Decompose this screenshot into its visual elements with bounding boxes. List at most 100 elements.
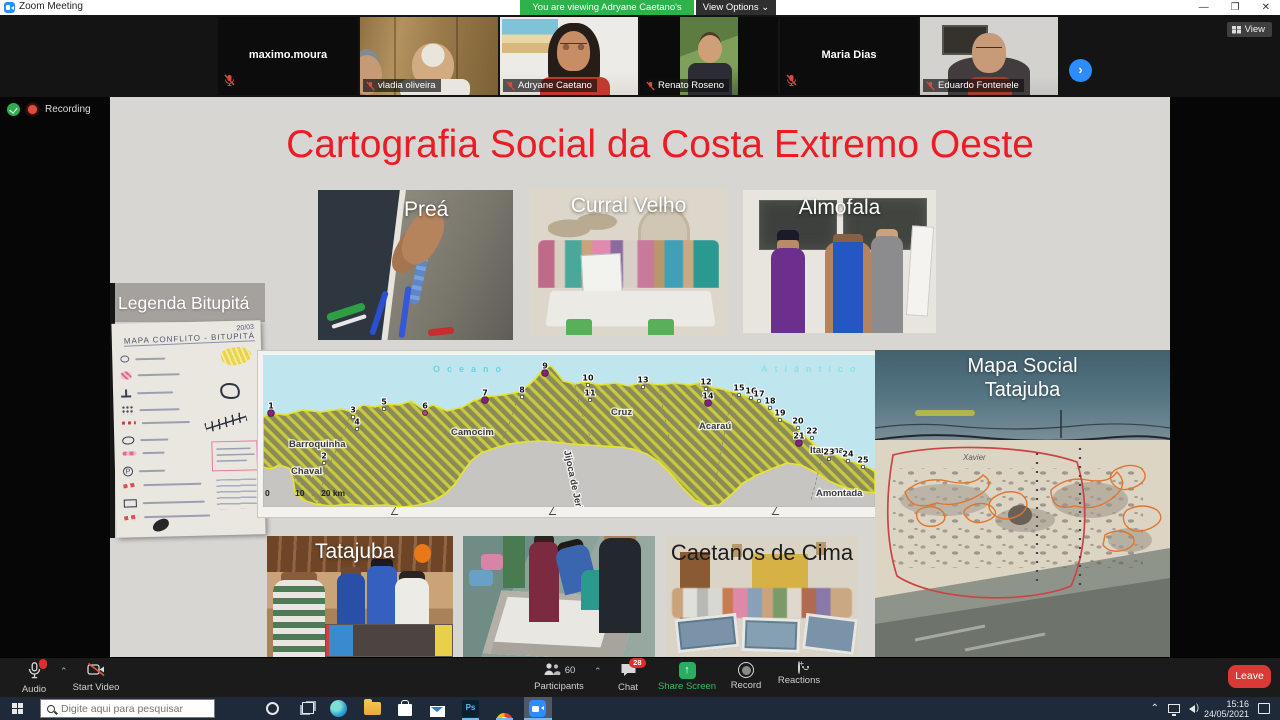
mail-icon[interactable] xyxy=(430,700,447,717)
participant-name: maximo.moura xyxy=(218,49,358,61)
maximize-icon[interactable]: ❐ xyxy=(1231,0,1240,15)
search-input[interactable] xyxy=(61,703,201,715)
video-off-icon xyxy=(87,662,106,680)
svg-text:3: 3 xyxy=(350,406,356,415)
photo-almofala: Almofala xyxy=(743,190,936,333)
photo-prea: Preá xyxy=(318,190,513,340)
participants-strip: maximo.moura vladia oliveira xyxy=(0,15,1280,97)
svg-text:10: 10 xyxy=(295,488,305,498)
svg-text:Cruz: Cruz xyxy=(611,407,632,418)
svg-text:Barroquinha: Barroquinha xyxy=(289,439,346,450)
svg-text:13: 13 xyxy=(637,376,648,385)
record-button[interactable]: Record xyxy=(724,662,768,691)
svg-text:5: 5 xyxy=(381,398,387,407)
svg-text:Chaval: Chaval xyxy=(291,466,322,477)
taskbar-search-box[interactable] xyxy=(40,699,215,718)
view-layout-button[interactable]: View xyxy=(1227,22,1272,37)
svg-text:Camocim: Camocim xyxy=(451,427,494,438)
audio-button[interactable]: Audio xyxy=(12,662,56,695)
svg-text:20: 20 xyxy=(792,417,804,426)
file-explorer-icon[interactable] xyxy=(364,702,381,715)
participant-tile[interactable]: Maria Dias xyxy=(780,17,918,95)
mic-muted-icon xyxy=(646,81,655,91)
windows-start-button[interactable] xyxy=(12,703,23,714)
svg-text:21: 21 xyxy=(793,432,805,441)
zoom-taskbar-icon xyxy=(529,700,546,717)
audio-options-caret[interactable]: ⌃ xyxy=(60,666,68,677)
next-participants-button[interactable]: › xyxy=(1069,59,1092,82)
microsoft-store-icon[interactable] xyxy=(398,704,412,716)
recording-dot-icon xyxy=(28,105,37,114)
viewing-screen-banner: You are viewing Adryane Caetano's screen xyxy=(520,0,694,15)
clock-time: 15:16 xyxy=(1204,699,1249,709)
audio-alert-badge xyxy=(39,659,46,669)
ocean-label-2: Atlântico xyxy=(761,364,863,374)
volume-icon[interactable] xyxy=(1189,705,1195,713)
photo-caetanos-de-cima: Caetanos de Cima xyxy=(666,536,858,657)
chat-button[interactable]: 28 Chat xyxy=(608,662,648,693)
tatajuba-social-map: Xavier Mapa Social Tatajuba xyxy=(875,350,1170,657)
action-center-icon[interactable] xyxy=(1258,703,1270,714)
svg-text:Acaraú: Acaraú xyxy=(699,421,731,432)
map-annotation: Xavier xyxy=(962,453,986,462)
mic-muted-icon xyxy=(786,73,797,91)
svg-text:4: 4 xyxy=(354,418,360,427)
ocean-label: Oceano xyxy=(433,364,508,374)
svg-text:12: 12 xyxy=(700,378,711,387)
minimize-icon[interactable]: — xyxy=(1199,0,1209,15)
task-view-icon[interactable] xyxy=(302,702,314,714)
reactions-button[interactable]: + Reactions xyxy=(772,662,826,686)
photo-caption: Curral Velho xyxy=(530,194,727,218)
hidden-icons-caret[interactable]: ⌃ xyxy=(1151,703,1159,714)
photo-caption: Tatajuba xyxy=(315,540,394,564)
svg-text:17: 17 xyxy=(753,390,764,399)
coastal-map: Oceano Atlântico Barroquinha Chaval Camoci… xyxy=(258,351,880,517)
window-title: Zoom Meeting xyxy=(19,1,83,12)
legend-paper-photo: 20/03 MAPA CONFLITO - BITUPITÁ P xyxy=(111,320,265,538)
participant-tile-active-speaker[interactable]: Adryane Caetano xyxy=(500,17,638,95)
svg-text:1: 1 xyxy=(268,402,274,411)
chat-unread-badge: 28 xyxy=(629,658,645,668)
chat-icon: 28 xyxy=(620,662,637,680)
svg-text:0: 0 xyxy=(265,488,270,498)
start-video-button[interactable]: Start Video xyxy=(68,662,124,693)
photo-tatajuba: Tatajuba xyxy=(267,536,453,657)
edge-browser-icon[interactable] xyxy=(330,700,347,717)
mic-muted-icon xyxy=(926,81,935,91)
view-options-dropdown[interactable]: View Options ⌄ xyxy=(696,0,776,15)
svg-text:19: 19 xyxy=(774,409,786,418)
presentation-slide: Cartografia Social da Costa Extremo Oest… xyxy=(110,97,1170,657)
participants-options-caret[interactable]: ⌃ xyxy=(594,666,602,677)
network-icon[interactable] xyxy=(1168,704,1180,713)
leave-button[interactable]: Leave xyxy=(1228,665,1271,688)
participant-name-chip: Renato Roseno xyxy=(643,79,729,92)
legend-caption: Legenda Bitupitá xyxy=(118,293,249,314)
shared-screen-area: Recording Cartografia Social da Costa Ex… xyxy=(0,97,1280,657)
taskbar-clock[interactable]: 15:16 24/05/2021 xyxy=(1204,699,1249,719)
participant-name: Maria Dias xyxy=(780,49,918,61)
participant-name-chip: Eduardo Fontenele xyxy=(923,79,1024,92)
svg-text:14: 14 xyxy=(702,392,714,401)
crowd xyxy=(538,240,719,288)
zoom-app-taskbar-tile[interactable] xyxy=(524,697,552,720)
cortana-icon[interactable] xyxy=(266,702,279,715)
share-screen-button[interactable]: ↑ Share Screen xyxy=(655,662,719,692)
photo-curral-velho: Curral Velho xyxy=(530,188,727,335)
participant-tile[interactable]: Eduardo Fontenele xyxy=(920,17,1058,95)
system-tray: ⌃ 15:16 24/05/2021 xyxy=(1151,697,1280,720)
svg-text:11: 11 xyxy=(584,389,596,398)
participant-tile[interactable]: vladia oliveira xyxy=(360,17,498,95)
participant-tile[interactable]: Renato Roseno xyxy=(640,17,778,95)
photoshop-icon[interactable]: Ps xyxy=(462,700,479,717)
participant-tile[interactable]: maximo.moura xyxy=(218,17,358,95)
mic-muted-icon xyxy=(366,81,375,91)
security-shield-icon[interactable] xyxy=(7,103,20,116)
close-icon[interactable]: ✕ xyxy=(1262,0,1270,15)
search-icon xyxy=(47,705,55,713)
tatajuba-caption: Mapa Social Tatajuba xyxy=(875,354,1170,402)
reactions-icon: + xyxy=(798,662,800,673)
participants-button[interactable]: 60 Participants xyxy=(528,662,590,692)
svg-text:10: 10 xyxy=(582,374,594,383)
balloon xyxy=(414,544,431,563)
windows-taskbar: Ps ⌃ 15:16 24/05/2021 xyxy=(0,697,1280,720)
